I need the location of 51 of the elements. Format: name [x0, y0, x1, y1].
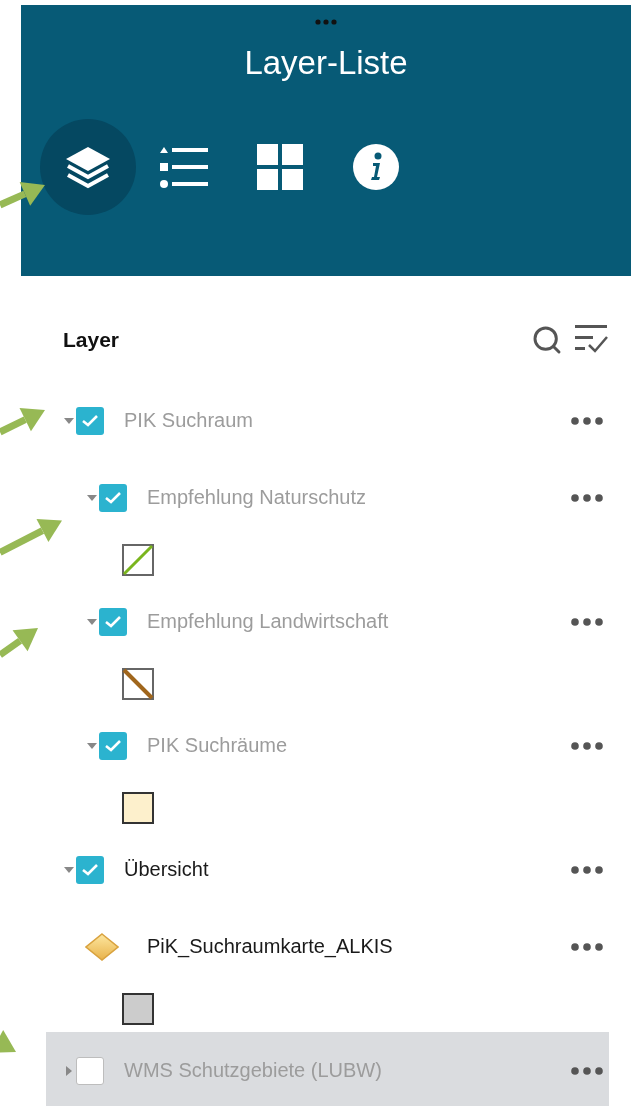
check-icon [81, 413, 99, 428]
more-options-button[interactable] [571, 865, 603, 874]
layer-checkbox[interactable] [99, 731, 127, 760]
more-options-button[interactable] [571, 493, 603, 502]
layer-name: Empfehlung Naturschutz [147, 486, 367, 509]
layer-row[interactable]: PIK Suchräume [46, 707, 609, 784]
more-options-button[interactable] [571, 942, 603, 951]
layer-name: PIK Suchräume [147, 734, 289, 757]
check-icon [104, 738, 122, 753]
search-button[interactable] [531, 324, 563, 356]
more-options-button[interactable] [571, 741, 603, 750]
pointer-arrow [0, 1029, 16, 1053]
layer-name: WMS Schutzgebiete (LUBW) [124, 1059, 383, 1082]
layer-checkbox[interactable] [99, 607, 127, 636]
pointer-arrow [0, 628, 38, 655]
layer-name: PIK Suchraum [124, 409, 254, 432]
more-options-button[interactable] [571, 416, 603, 425]
more-icon [571, 1066, 603, 1075]
more-icon [571, 416, 603, 425]
layer-row[interactable]: PIK Suchraum [46, 382, 609, 459]
layer-name: Empfehlung Landwirtschaft [147, 610, 390, 633]
panel-title: Layer-Liste [244, 43, 408, 83]
check-icon [81, 862, 99, 877]
list-icon [160, 146, 208, 188]
layer-checkbox[interactable] [99, 483, 127, 512]
layer-row[interactable]: Empfehlung Landwirtschaft [46, 583, 609, 660]
grid-icon [257, 144, 303, 190]
layer-checkbox[interactable] [76, 855, 104, 884]
more-icon [571, 617, 603, 626]
layer-name: Übersicht [124, 858, 210, 881]
layer-checkbox[interactable] [76, 1056, 104, 1085]
layer-row[interactable]: PiK_Suchraumkarte_ALKIS [46, 908, 609, 985]
drag-handle-icon[interactable] [315, 19, 337, 25]
check-icon [104, 614, 122, 629]
more-icon [571, 493, 603, 502]
layer-row[interactable]: Empfehlung Naturschutz [46, 459, 609, 536]
layer-row[interactable]: WMS Schutzgebiete (LUBW) [46, 1032, 609, 1106]
pointer-arrow [0, 182, 45, 206]
more-icon [571, 942, 603, 951]
layer-row[interactable]: Übersicht [46, 831, 609, 908]
more-icon [571, 741, 603, 750]
diamond-icon [85, 932, 119, 961]
check-icon [104, 490, 122, 505]
section-heading: Layer [63, 328, 120, 352]
more-options-button[interactable] [571, 1066, 603, 1075]
more-options-button[interactable] [571, 617, 603, 626]
more-icon [571, 865, 603, 874]
layer-name: PiK_Suchraumkarte_ALKIS [147, 935, 394, 958]
layers-icon [64, 145, 112, 189]
info-icon [353, 144, 399, 190]
layer-checkbox[interactable] [76, 406, 104, 435]
